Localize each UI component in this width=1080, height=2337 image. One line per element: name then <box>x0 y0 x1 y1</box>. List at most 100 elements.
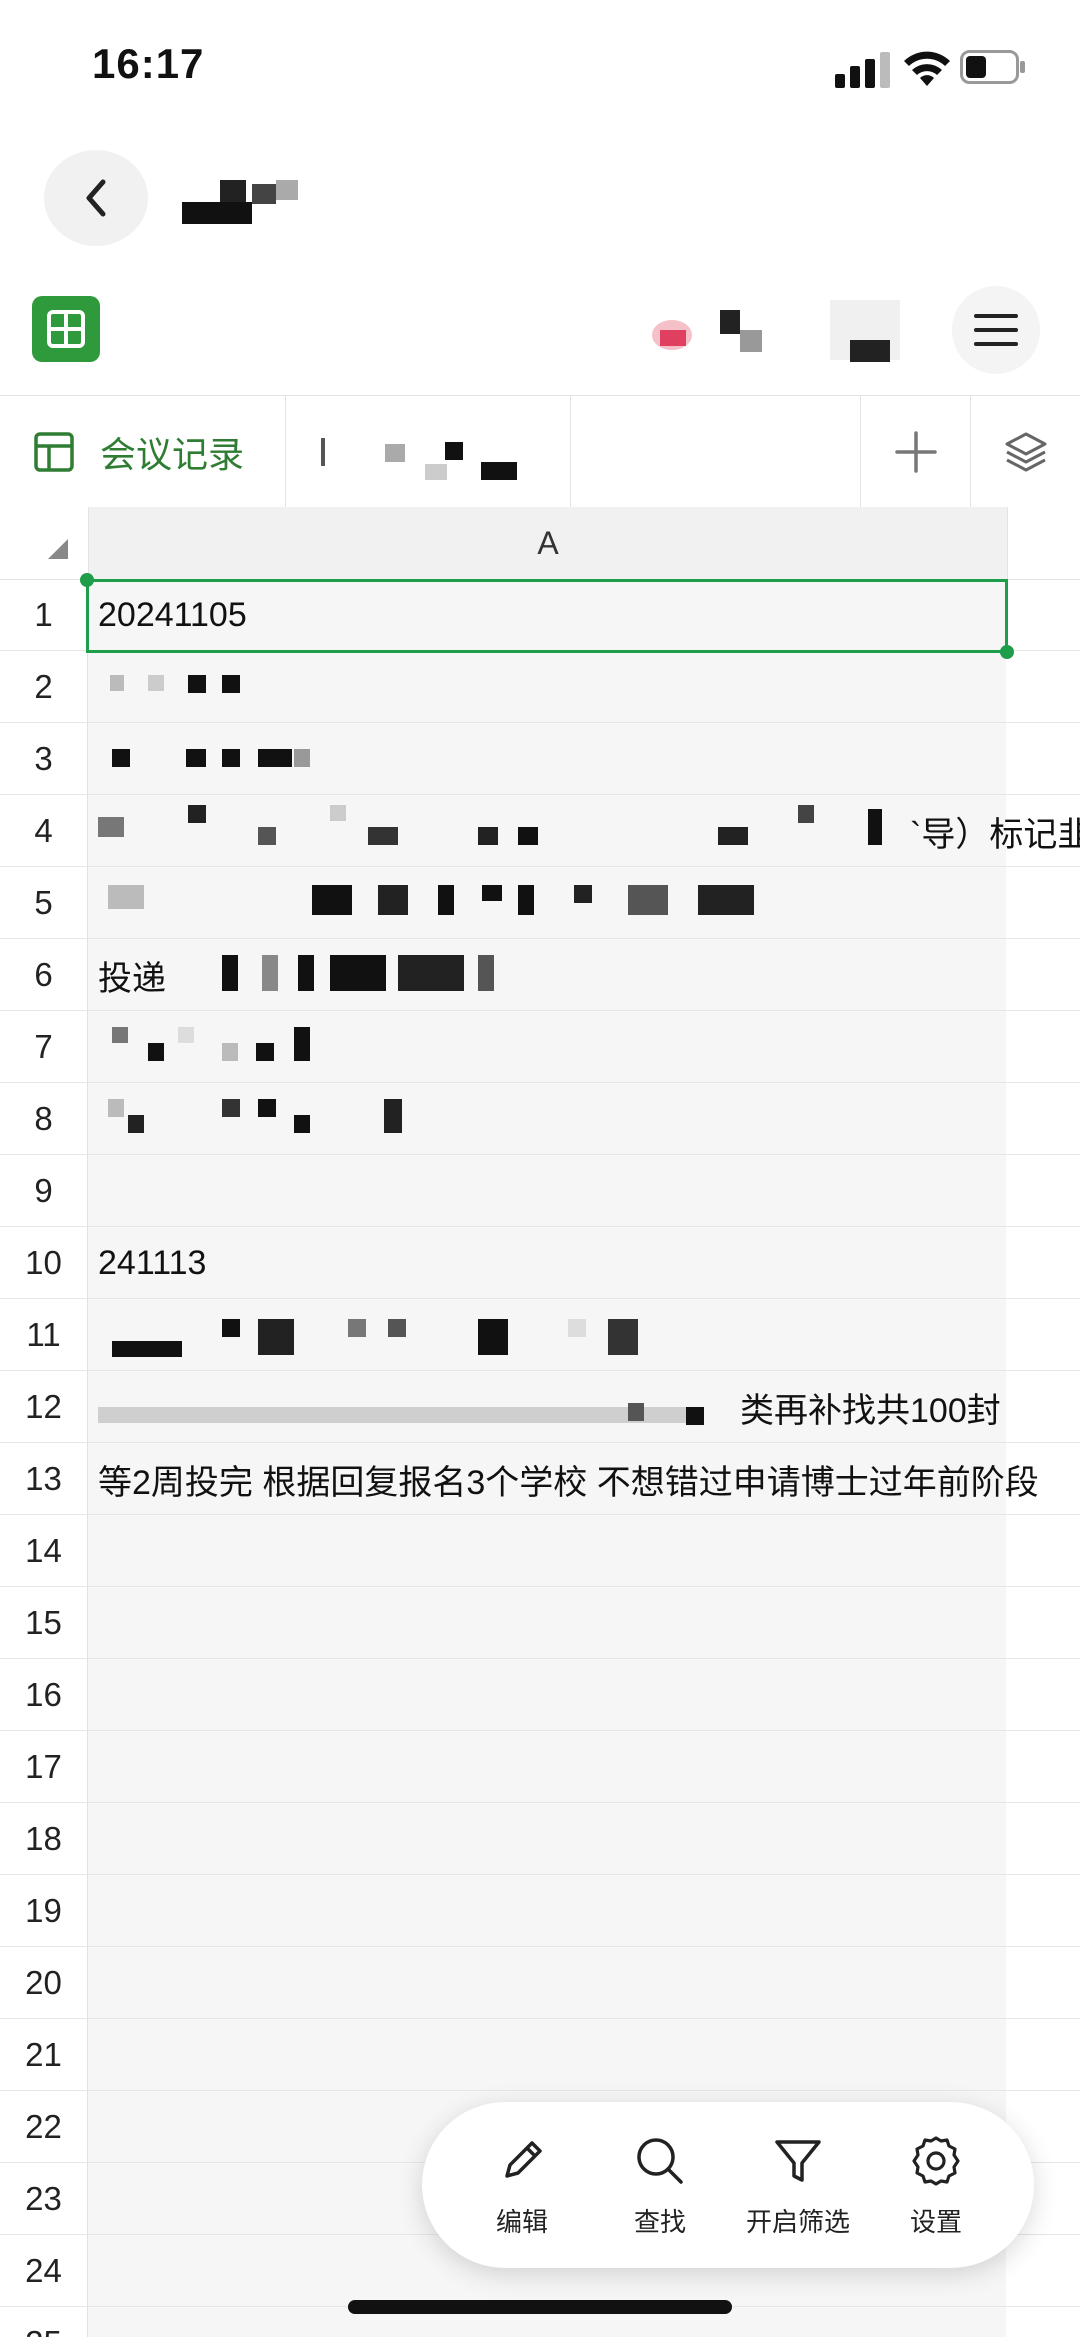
table-row[interactable]: 5 <box>0 867 1080 939</box>
table-row[interactable]: 19 <box>0 1875 1080 1947</box>
row-number[interactable]: 21 <box>0 2019 88 2091</box>
cellular-signal-icon <box>835 52 890 88</box>
chevron-left-icon <box>86 179 106 217</box>
table-row[interactable]: 11 <box>0 1299 1080 1371</box>
table-row[interactable]: 15 <box>0 1587 1080 1659</box>
layers-icon <box>1005 432 1047 472</box>
sheet-tab-redacted[interactable] <box>285 396 571 508</box>
row-number[interactable]: 3 <box>0 723 88 795</box>
cell-a12-redacted <box>98 1389 738 1429</box>
table-row[interactable]: 13 等2周投完 根据回复报名3个学校 不想错过申请博士过年前阶段 <box>0 1443 1080 1515</box>
filter-icon <box>775 2139 821 2182</box>
row-number[interactable]: 24 <box>0 2235 88 2307</box>
row-number[interactable]: 19 <box>0 1875 88 1947</box>
row-number[interactable]: 18 <box>0 1803 88 1875</box>
corner-triangle-icon <box>48 539 68 559</box>
cell-a6-visible-text[interactable]: 投递 <box>98 939 166 1011</box>
table-icon <box>34 432 74 472</box>
cell-a5-redacted[interactable] <box>98 881 818 921</box>
row-number[interactable]: 15 <box>0 1587 88 1659</box>
row-number[interactable]: 4 <box>0 795 88 867</box>
floating-action-bar: 编辑 查找 开启筛选 设置 <box>422 2102 1034 2268</box>
table-row[interactable]: 4 `导）标记韭 <box>0 795 1080 867</box>
home-indicator[interactable] <box>348 2300 732 2314</box>
find-label: 查找 <box>633 2206 686 2237</box>
row-number[interactable]: 8 <box>0 1083 88 1155</box>
table-row[interactable]: 20 <box>0 1947 1080 2019</box>
grid-icon <box>47 310 85 348</box>
column-header-row: A <box>0 507 1080 580</box>
cell-a4-redacted <box>98 805 918 857</box>
table-row[interactable]: 21 <box>0 2019 1080 2091</box>
row-number[interactable]: 20 <box>0 1947 88 2019</box>
row-number[interactable]: 16 <box>0 1659 88 1731</box>
cell-a3-redacted[interactable] <box>98 749 348 779</box>
row-number[interactable]: 13 <box>0 1443 88 1515</box>
column-header-a[interactable]: A <box>88 507 1008 579</box>
row-number[interactable]: 1 <box>0 579 88 651</box>
edit-button[interactable]: 编辑 <box>462 2102 582 2268</box>
cell-a2-redacted[interactable] <box>98 675 298 705</box>
row-number[interactable]: 17 <box>0 1731 88 1803</box>
edit-label: 编辑 <box>495 2206 548 2237</box>
settings-label: 设置 <box>909 2206 962 2237</box>
menu-button[interactable] <box>952 286 1040 374</box>
find-button[interactable]: 查找 <box>600 2102 720 2268</box>
table-row[interactable]: 6 投递 <box>0 939 1080 1011</box>
search-icon <box>637 2137 683 2184</box>
row-number[interactable]: 23 <box>0 2163 88 2235</box>
table-row[interactable]: 17 <box>0 1731 1080 1803</box>
table-row[interactable]: 3 <box>0 723 1080 795</box>
settings-button[interactable]: 设置 <box>876 2102 996 2268</box>
cell-a11-redacted[interactable] <box>98 1313 698 1357</box>
sheet-tab-label: 会议记录 <box>100 434 245 475</box>
spreadsheet-grid[interactable]: A 1 20241105 2 3 4 `导）标记韭 5 6 投递 7 8 9 1… <box>0 507 1080 2337</box>
add-sheet-button[interactable] <box>860 396 971 508</box>
back-button[interactable] <box>44 150 148 246</box>
cell-a8-redacted[interactable] <box>98 1099 402 1139</box>
row-number[interactable]: 2 <box>0 651 88 723</box>
hamburger-menu-icon <box>974 314 1018 346</box>
table-row[interactable]: 12 类再补找共100封 <box>0 1371 1080 1443</box>
toolbar-redacted <box>640 290 960 390</box>
cell-a6-redacted <box>218 955 538 995</box>
row-number[interactable]: 14 <box>0 1515 88 1587</box>
cell-a12-visible-text[interactable]: 类再补找共100封 <box>740 1371 1001 1443</box>
table-row[interactable]: 18 <box>0 1803 1080 1875</box>
sheets-list-button[interactable] <box>970 396 1080 508</box>
table-row[interactable]: 14 <box>0 1515 1080 1587</box>
wifi-icon <box>904 51 950 86</box>
document-title-redacted <box>182 180 298 224</box>
status-time: 16:17 <box>92 40 205 87</box>
sheet-tab-meeting-notes[interactable]: 会议记录 <box>0 396 286 508</box>
row-number[interactable]: 11 <box>0 1299 88 1371</box>
table-row[interactable]: 7 <box>0 1011 1080 1083</box>
table-row[interactable]: 10 241113 <box>0 1227 1080 1299</box>
pencil-icon <box>505 2140 542 2178</box>
cell-a13[interactable]: 等2周投完 根据回复报名3个学校 不想错过申请博士过年前阶段 <box>98 1443 1039 1515</box>
sheets-app-icon[interactable] <box>32 296 100 362</box>
row-number[interactable]: 5 <box>0 867 88 939</box>
gear-icon <box>912 2135 960 2186</box>
filter-label: 开启筛选 <box>745 2206 850 2237</box>
row-number[interactable]: 9 <box>0 1155 88 1227</box>
row-number[interactable]: 12 <box>0 1371 88 1443</box>
cell-a7-redacted[interactable] <box>98 1027 358 1067</box>
select-all-corner[interactable] <box>0 507 88 579</box>
rows-container: 1 20241105 2 3 4 `导）标记韭 5 6 投递 7 8 9 10 24 <box>0 579 1080 2337</box>
cell-a1[interactable]: 20241105 <box>98 579 247 651</box>
filter-button[interactable]: 开启筛选 <box>738 2102 858 2268</box>
table-row[interactable]: 16 <box>0 1659 1080 1731</box>
table-row[interactable]: 8 <box>0 1083 1080 1155</box>
row-number[interactable]: 22 <box>0 2091 88 2163</box>
cell-a10[interactable]: 241113 <box>98 1227 206 1299</box>
table-row[interactable]: 1 20241105 <box>0 579 1080 651</box>
table-row[interactable]: 2 <box>0 651 1080 723</box>
row-number[interactable]: 25 <box>0 2307 88 2337</box>
row-number[interactable]: 7 <box>0 1011 88 1083</box>
table-row[interactable]: 9 <box>0 1155 1080 1227</box>
row-number[interactable]: 6 <box>0 939 88 1011</box>
row-number[interactable]: 10 <box>0 1227 88 1299</box>
plus-icon <box>895 431 937 473</box>
cell-a4-visible-text[interactable]: `导）标记韭 <box>910 795 1080 867</box>
